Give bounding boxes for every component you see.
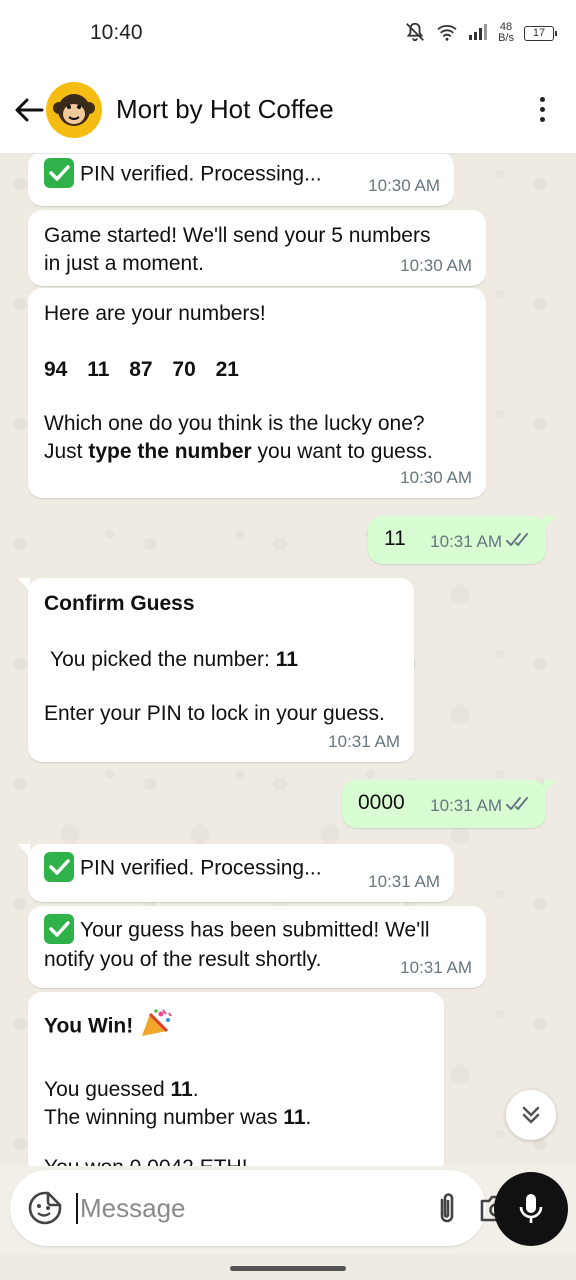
incoming-message[interactable]: PIN verified. Processing... 10:31 AM [18, 844, 454, 902]
check-mark-icon [44, 852, 74, 882]
message-body: PIN verified. Processing... [80, 162, 322, 186]
signal-icon [468, 23, 488, 44]
home-indicator[interactable] [230, 1266, 346, 1271]
double-check-icon [506, 793, 532, 821]
message-title: Confirm Guess [44, 592, 195, 615]
incoming-message[interactable]: You Win! You guessed 11. The winning num… [28, 992, 444, 1166]
status-icons: 48 B/s 17 [404, 21, 557, 46]
message-line: You guessed 11. [44, 1078, 199, 1101]
message-time: 10:31 AM [368, 872, 440, 891]
message-line: Enter your PIN to lock in your guess. [44, 702, 385, 725]
message-body: PIN verified. Processing... [80, 856, 322, 880]
incoming-message[interactable]: Confirm Guess You picked the number: 11 … [18, 578, 414, 762]
message-time: 10:31 AM [400, 958, 472, 977]
microphone-button[interactable] [494, 1172, 568, 1246]
check-mark-icon [44, 158, 74, 188]
message-line: in just a moment. [44, 252, 204, 275]
wifi-icon [436, 23, 458, 44]
incoming-message[interactable]: Here are your numbers! 94 11 87 70 21 Wh… [28, 288, 486, 498]
message-title: You Win! [44, 1008, 428, 1046]
incoming-message[interactable]: Game started! We'll send your 5 numbers i… [28, 210, 486, 286]
network-speed-unit: B/s [498, 32, 514, 44]
message-time: 10:30 AM [400, 256, 472, 275]
message-line: Your guess has been submitted! We'll [44, 914, 470, 946]
bell-muted-icon [404, 21, 426, 46]
system-nav-bar [0, 1254, 576, 1280]
message-line: Just type the number you want to guess. [44, 440, 433, 463]
sticker-icon[interactable] [28, 1190, 62, 1226]
incoming-message[interactable]: PIN verified. Processing... 10:30 AM [28, 154, 454, 206]
outgoing-message[interactable]: 0000 10:31 AM [342, 780, 556, 828]
message-line: The winning number was 11. [44, 1106, 312, 1129]
chat-title[interactable]: Mort by Hot Coffee [116, 94, 522, 125]
double-check-icon [506, 529, 532, 557]
check-mark-icon [44, 914, 74, 944]
status-bar: 10:40 48 B/s 17 [0, 0, 576, 66]
message-line: Game started! We'll send your 5 numbers [44, 224, 431, 247]
message-time: 10:31 AM [430, 528, 532, 557]
paperclip-icon[interactable] [435, 1186, 459, 1230]
message-time: 10:30 AM [368, 176, 440, 195]
avatar[interactable] [46, 81, 102, 138]
number-list: 94 11 87 70 21 [44, 358, 239, 381]
message-line: Which one do you think is the lucky one? [44, 412, 425, 435]
message-line: You picked the number: 11 [50, 648, 298, 671]
message-line: You won 0.0042 ETH! [44, 1154, 428, 1166]
scroll-to-bottom-button[interactable] [506, 1090, 556, 1140]
more-options-icon[interactable] [522, 85, 562, 135]
monkey-icon [53, 93, 95, 126]
outgoing-message[interactable]: 11 10:31 AM [368, 516, 556, 564]
party-popper-icon [139, 1008, 173, 1046]
battery-icon: 17 [524, 25, 557, 41]
message-time: 10:31 AM [328, 732, 400, 751]
message-composer [10, 1170, 512, 1246]
status-time: 10:40 [90, 21, 143, 44]
microphone-icon [519, 1194, 543, 1223]
chat-area[interactable]: PIN verified. Processing... 10:30 AM Gam… [0, 154, 576, 1166]
message-time: 10:31 AM [430, 792, 532, 821]
message-line: Here are your numbers! [44, 302, 266, 325]
message-input[interactable] [76, 1192, 415, 1224]
incoming-message[interactable]: Your guess has been submitted! We'll not… [28, 906, 486, 988]
network-speed: 48 B/s [498, 22, 514, 44]
double-chevron-down-icon [522, 1106, 540, 1124]
message-time: 10:30 AM [400, 468, 472, 487]
chat-header: Mort by Hot Coffee [0, 66, 576, 154]
